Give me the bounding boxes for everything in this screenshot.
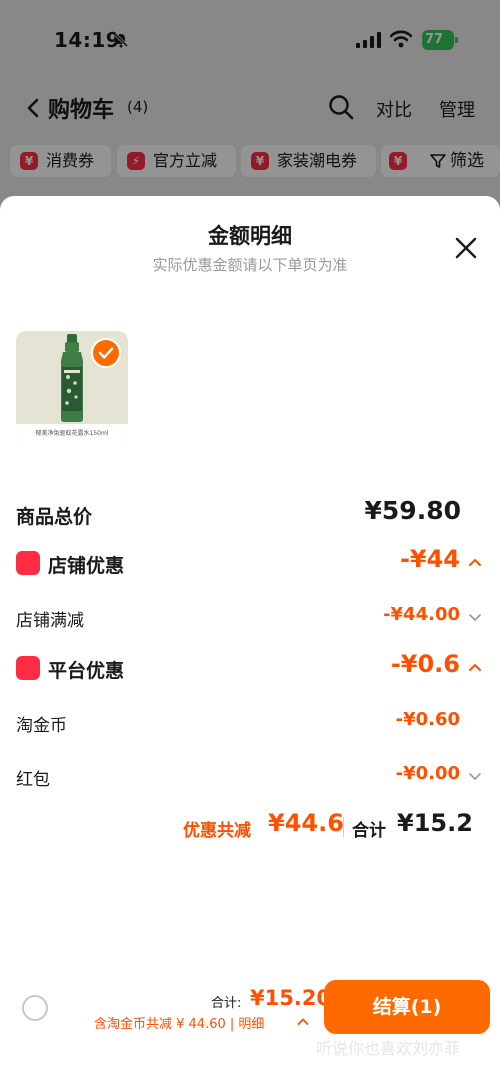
row-store-discount[interactable]: 店铺优惠 -¥44 <box>16 545 482 581</box>
checkout-total-value: ¥15.20 <box>250 986 332 1010</box>
total-price-value: ¥59.80 <box>364 496 461 525</box>
red-packet-label: 红包 <box>16 770 50 790</box>
price-detail-sheet: 金额明细 实际优惠金额请以下单页为准 郁美净兔驱蚊花露水150ml 商品总价 ¥… <box>0 196 500 1087</box>
close-icon[interactable] <box>454 236 478 260</box>
taojin-coin-value: -¥0.60 <box>395 709 460 730</box>
total-price-label: 商品总价 <box>16 506 93 528</box>
checkout-total-label: 合计: <box>211 996 242 1011</box>
summary-divider <box>343 817 344 837</box>
store-full-reduction-label: 店铺满减 <box>16 611 84 631</box>
store-discount-label: 店铺优惠 <box>48 555 125 577</box>
discount-summary: 优惠共减 ¥44.6 合计 ¥15.2 <box>0 807 500 847</box>
checkout-button[interactable]: 结算(1) <box>324 980 490 1034</box>
checkout-detail-link[interactable]: 含淘金币共减 ¥ 44.60 | 明细 <box>94 1013 264 1032</box>
chevron-up-icon[interactable] <box>297 1017 309 1026</box>
watermark-text: 听说你也喜欢刘亦菲 <box>316 1039 461 1058</box>
store-full-reduction-value: -¥44.00 <box>383 604 460 625</box>
chevron-down-icon[interactable] <box>468 771 482 781</box>
checked-icon[interactable] <box>91 338 121 368</box>
row-store-full-reduction[interactable]: 店铺满减 -¥44.00 <box>16 600 482 636</box>
summary-discount-value: ¥44.6 <box>268 809 344 837</box>
summary-total-label: 合计 <box>352 821 386 841</box>
red-packet-value: -¥0.00 <box>395 763 460 784</box>
row-taojin-coin: 淘金币 -¥0.60 <box>16 705 482 741</box>
chevron-down-icon[interactable] <box>468 612 482 622</box>
row-red-packet[interactable]: 红包 -¥0.00 <box>16 759 482 795</box>
summary-discount-label: 优惠共减 <box>183 821 251 841</box>
row-total-price: 商品总价 ¥59.80 <box>16 496 482 532</box>
checkout-bar: 合计: ¥15.20 含淘金币共减 ¥ 44.60 | 明细 结算(1) 听说你… <box>0 975 500 1087</box>
row-platform-discount[interactable]: 平台优惠 -¥0.6 <box>16 650 482 686</box>
platform-discount-label: 平台优惠 <box>48 660 125 682</box>
select-all-checkbox[interactable] <box>22 995 48 1021</box>
sheet-subtitle: 实际优惠金额请以下单页为准 <box>152 256 348 274</box>
chevron-up-icon[interactable] <box>468 662 482 672</box>
taojin-coin-label: 淘金币 <box>16 716 67 736</box>
platform-discount-value: -¥0.6 <box>390 650 460 678</box>
chevron-up-icon[interactable] <box>468 557 482 567</box>
sheet-title: 金额明细 <box>208 224 292 248</box>
summary-total-value: ¥15.2 <box>397 809 473 837</box>
platform-discount-icon <box>16 656 40 680</box>
product-caption: 郁美净兔驱蚊花露水150ml <box>16 424 128 443</box>
store-discount-icon <box>16 551 40 575</box>
store-discount-value: -¥44 <box>399 545 460 573</box>
